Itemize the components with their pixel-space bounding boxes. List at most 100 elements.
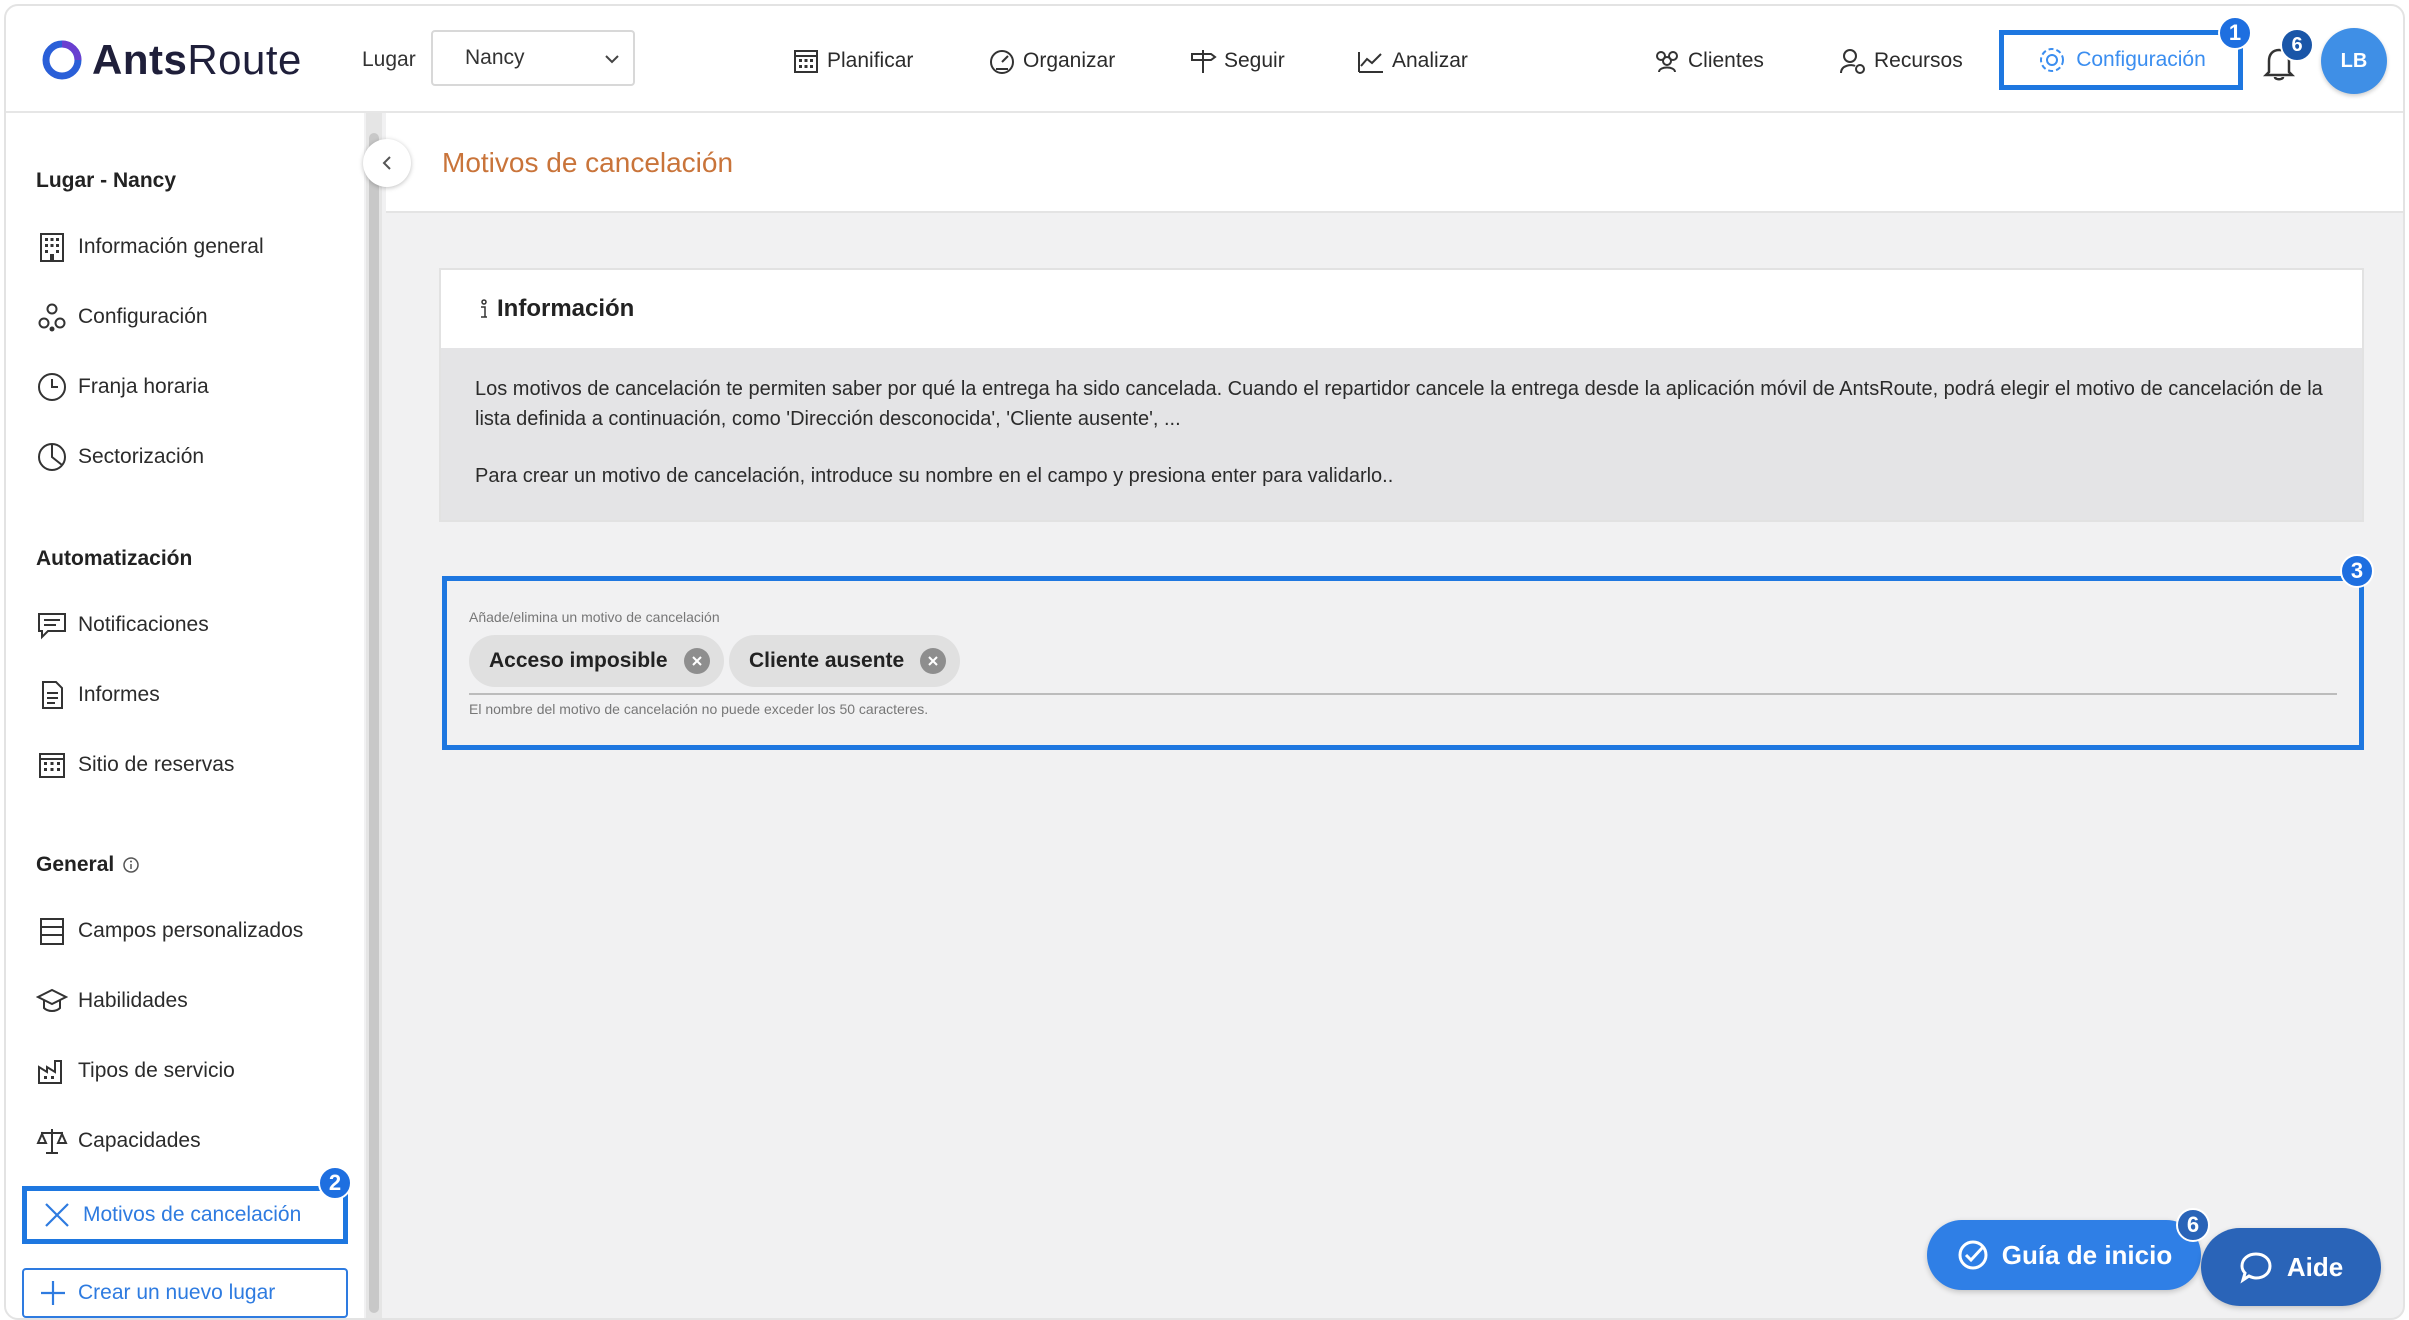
help-chat-button[interactable]: Aide (2201, 1228, 2381, 1306)
nav-recursos[interactable]: Recursos (1838, 46, 1963, 76)
nav-planificar[interactable]: Planificar (791, 46, 913, 76)
nav-label: Seguir (1224, 49, 1285, 72)
sidebar-item-configuracion[interactable]: Configuración (36, 301, 208, 333)
nav-clientes[interactable]: Clientes (1652, 46, 1764, 76)
sidebar-item-label: Tipos de servicio (78, 1059, 235, 1082)
nav-analizar[interactable]: Analizar (1356, 46, 1468, 76)
sidebar: Lugar - Nancy Información general Config… (6, 113, 364, 1318)
pie-icon (38, 443, 66, 471)
speedometer-icon (990, 50, 1014, 74)
info-card: Información Los motivos de cancelación t… (439, 268, 2364, 522)
sidebar-item-notificaciones[interactable]: Notificaciones (36, 609, 209, 641)
step-badge: 3 (2340, 554, 2374, 588)
sidebar-section-automation: Automatización (36, 547, 193, 570)
calendar-grid-icon (39, 753, 65, 778)
nav-label: Recursos (1874, 49, 1963, 72)
sidebar-item-label: Notificaciones (78, 613, 209, 636)
guide-label: Guía de inicio (2001, 1239, 2173, 1270)
nodes-icon (38, 303, 66, 332)
avatar[interactable]: LB (2321, 28, 2387, 94)
logo[interactable]: AntsRoute (40, 36, 302, 84)
reason-chip: Cliente ausente (729, 635, 961, 687)
sidebar-item-label: Sectorización (78, 445, 205, 468)
place-select[interactable]: Nancy (431, 30, 635, 86)
message-icon (38, 613, 66, 640)
info-icon (481, 299, 487, 318)
sidebar-item-capacidades[interactable]: Capacidades (36, 1125, 201, 1157)
collapse-sidebar-button[interactable] (363, 139, 411, 187)
sidebar-item-tipos-de-servicio[interactable]: Tipos de servicio (36, 1055, 235, 1087)
gear-icon (2040, 48, 2065, 72)
plus-icon (41, 1281, 65, 1305)
sidebar-item-label: Campos personalizados (78, 919, 304, 942)
configuration-button[interactable]: Configuración (1999, 30, 2243, 90)
chart-icon (1358, 52, 1383, 73)
sidebar-item-informacion-general[interactable]: Información general (36, 231, 264, 263)
check-circle-icon (1958, 1240, 1988, 1270)
sidebar-scrollbar[interactable] (366, 113, 382, 1318)
place-select-value: Nancy (465, 46, 525, 69)
sidebar-item-label: Habilidades (78, 989, 188, 1012)
nav-label: Analizar (1392, 49, 1468, 72)
sidebar-section-label: General (36, 853, 115, 876)
chevron-down-icon (605, 55, 619, 64)
create-new-place-button[interactable]: Crear un nuevo lugar (22, 1268, 348, 1318)
user-gear-icon (1840, 49, 1865, 74)
sidebar-item-label: Franja horaria (78, 375, 209, 398)
sidebar-item-label: Sitio de reservas (78, 753, 235, 776)
sidebar-item-label: Motivos de cancelación (83, 1203, 302, 1226)
step-badge: 2 (318, 1166, 352, 1200)
getting-started-guide-button[interactable]: Guía de inicio (1927, 1220, 2201, 1290)
close-icon (45, 1203, 69, 1227)
factory-icon (38, 1060, 62, 1084)
remove-chip-icon[interactable] (920, 648, 947, 674)
sidebar-item-campos-personalizados[interactable]: Campos personalizados (36, 915, 303, 947)
sidebar-item-informes[interactable]: Informes (36, 679, 160, 711)
reasons-field-label: Añade/elimina un motivo de cancelación (469, 609, 720, 625)
nav-organizar[interactable]: Organizar (987, 46, 1115, 76)
info-card-header: Información (441, 270, 2362, 348)
aide-label: Aide (2286, 1251, 2344, 1282)
sidebar-item-sectorizacion[interactable]: Sectorización (36, 441, 204, 473)
info-paragraph: Para crear un motivo de cancelación, int… (475, 465, 1394, 487)
info-card-title: Información (497, 295, 635, 322)
sidebar-section-general: General (36, 853, 140, 877)
brand-name: AntsRoute (92, 36, 302, 83)
sidebar-item-habilidades[interactable]: Habilidades (36, 985, 188, 1017)
nav-label: Organizar (1023, 49, 1116, 72)
sidebar-section-place: Lugar - Nancy (36, 169, 177, 192)
graduation-cap-icon (36, 988, 68, 1012)
create-new-place-label: Crear un nuevo lugar (78, 1281, 276, 1304)
app-window: AntsRoute Lugar Nancy Planificar Organiz… (4, 4, 2405, 1320)
top-navigation-bar: AntsRoute Lugar Nancy Planificar Organiz… (6, 6, 2403, 113)
sidebar-item-label: Información general (78, 235, 264, 258)
page-title: Motivos de cancelación (442, 147, 734, 178)
info-circle-icon[interactable] (122, 856, 140, 874)
sidebar-item-franja-horaria[interactable]: Franja horaria (36, 371, 209, 403)
document-icon (42, 681, 63, 709)
antsroute-logo-icon (42, 40, 82, 80)
input-underline (469, 693, 2337, 695)
info-paragraph: Los motivos de cancelación te permiten s… (475, 378, 2323, 430)
clock-icon (38, 373, 66, 401)
scale-icon (36, 1129, 68, 1154)
sidebar-item-label: Informes (78, 683, 160, 706)
nav-seguir[interactable]: Seguir (1188, 46, 1285, 76)
sidebar-item-motivos-de-cancelacion[interactable]: Motivos de cancelación (22, 1186, 348, 1244)
calendar-icon (794, 50, 818, 73)
reason-chip: Acceso imposible (469, 635, 724, 687)
configuration-label: Configuración (2076, 48, 2206, 71)
chevron-left-icon (382, 156, 391, 170)
guide-count-badge: 6 (2176, 1208, 2210, 1242)
remove-chip-icon[interactable] (683, 648, 710, 674)
sidebar-item-label: Configuración (78, 305, 208, 328)
cancellation-reasons-field[interactable]: Añade/elimina un motivo de cancelación A… (442, 576, 2364, 750)
notifications-count-badge: 6 (2280, 28, 2314, 62)
reasons-field-hint: El nombre del motivo de cancelación no p… (469, 701, 929, 717)
building-icon (40, 233, 64, 262)
form-icon (40, 918, 64, 945)
chat-bubble-icon (2240, 1252, 2272, 1284)
place-label: Lugar (362, 48, 416, 71)
sidebar-item-sitio-de-reservas[interactable]: Sitio de reservas (36, 749, 234, 781)
scrollbar-thumb[interactable] (369, 133, 379, 1313)
